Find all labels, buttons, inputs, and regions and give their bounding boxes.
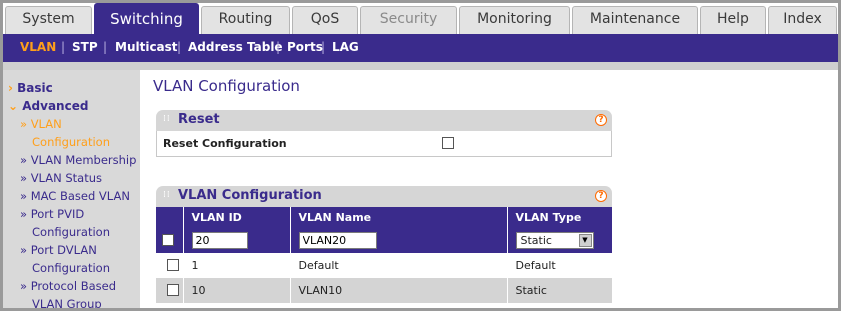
tab-security[interactable]: Security: [360, 6, 457, 34]
subnav-lag[interactable]: LAG: [332, 40, 359, 54]
row-checkbox[interactable]: [167, 259, 179, 271]
row-vlan-type: Static: [507, 278, 612, 303]
row-vlan-id: 1: [183, 253, 291, 278]
column-header-vlan-id: VLAN ID: [183, 207, 291, 228]
reset-configuration-checkbox[interactable]: [442, 137, 454, 149]
row-select-cell: [156, 278, 184, 303]
edit-row-checkbox[interactable]: [162, 234, 174, 246]
subnav-separator: |: [321, 40, 326, 54]
tab-switching[interactable]: Switching: [94, 3, 199, 34]
vlan-panel-title: VLAN Configuration: [178, 188, 322, 203]
subnav-ports[interactable]: Ports: [287, 40, 323, 54]
subnav-multicast[interactable]: Multicast: [115, 40, 178, 54]
table-header-row: VLAN ID VLAN Name VLAN Type: [156, 207, 612, 228]
sub-navigation: VLAN | STP | Multicast | Address Table |…: [3, 34, 838, 62]
chevron-down-icon: ⌄: [8, 99, 19, 113]
nav-basic[interactable]: › Basic: [8, 81, 53, 95]
subnav-vlan[interactable]: VLAN: [20, 40, 56, 54]
nav-port-pvid[interactable]: » Port PVID: [20, 207, 84, 221]
vlan-type-select[interactable]: Static ▼: [515, 232, 594, 249]
nav-advanced[interactable]: ⌄ Advanced: [8, 99, 88, 113]
table-row: 1 Default Default: [156, 253, 612, 278]
tab-system[interactable]: System: [5, 6, 92, 34]
nav-port-pvid-cont[interactable]: Configuration: [32, 225, 110, 239]
main-tab-bar: System Switching Routing QoS Security Mo…: [3, 3, 838, 34]
edit-row-vlan-type-cell: Static ▼: [507, 228, 612, 253]
page-title: VLAN Configuration: [153, 77, 300, 95]
reset-configuration-row: Reset Configuration: [156, 131, 612, 157]
reset-configuration-label: Reset Configuration: [163, 137, 287, 150]
tab-qos[interactable]: QoS: [292, 6, 358, 34]
reset-panel: ⁞⁞ Reset ? Reset Configuration: [156, 110, 612, 157]
vlan-panel-header: ⁞⁞ VLAN Configuration ?: [156, 186, 612, 207]
edit-row-vlan-name-cell: [290, 228, 508, 253]
row-vlan-name: VLAN10: [290, 278, 508, 303]
subnav-separator: |: [177, 40, 182, 54]
chevron-right-icon: ›: [8, 81, 13, 95]
nav-vlan-configuration[interactable]: » VLAN: [20, 117, 62, 131]
subnav-stp[interactable]: STP: [72, 40, 98, 54]
nav-basic-label: Basic: [17, 81, 53, 95]
subnav-separator: |: [103, 40, 108, 54]
vlan-table: VLAN ID VLAN Name VLAN Type Static ▼ 1 De…: [156, 207, 612, 303]
row-vlan-id: 10: [183, 278, 291, 303]
help-icon[interactable]: ?: [595, 190, 607, 202]
tab-help[interactable]: Help: [700, 6, 766, 34]
column-header-vlan-type: VLAN Type: [507, 207, 612, 228]
nav-vlan-membership[interactable]: » VLAN Membership: [20, 153, 136, 167]
vlan-type-selected-value: Static: [520, 234, 552, 247]
column-header-vlan-name: VLAN Name: [290, 207, 508, 228]
nav-port-dvlan-cont[interactable]: Configuration: [32, 261, 110, 275]
nav-protocol-based[interactable]: » Protocol Based: [20, 279, 116, 293]
dropdown-arrow-icon: ▼: [578, 234, 592, 247]
nav-mac-based-vlan[interactable]: » MAC Based VLAN: [20, 189, 130, 203]
vlan-name-input[interactable]: [298, 232, 377, 249]
row-checkbox[interactable]: [167, 284, 179, 296]
grip-dots-icon: ⁞⁞: [163, 114, 171, 124]
vlan-id-input[interactable]: [191, 232, 248, 249]
subnav-address-table[interactable]: Address Table: [188, 40, 283, 54]
select-column-header: [156, 207, 184, 228]
tab-index[interactable]: Index: [768, 6, 837, 34]
table-row: 10 VLAN10 Static: [156, 278, 612, 303]
row-select-cell: [156, 253, 184, 278]
nav-vlan-configuration-cont[interactable]: Configuration: [32, 135, 110, 149]
window-frame: System Switching Routing QoS Security Mo…: [0, 0, 841, 311]
row-vlan-type: Default: [507, 253, 612, 278]
edit-row-select-cell: [156, 228, 184, 253]
subnav-divider-band: [3, 62, 838, 70]
subnav-separator: |: [61, 40, 66, 54]
subnav-separator: |: [276, 40, 281, 54]
vlan-configuration-panel: ⁞⁞ VLAN Configuration ? VLAN ID VLAN Nam…: [156, 186, 612, 303]
main-content: VLAN Configuration ⁞⁞ Reset ? Reset Conf…: [140, 70, 838, 308]
grip-dots-icon: ⁞⁞: [163, 190, 171, 200]
tab-routing[interactable]: Routing: [201, 6, 290, 34]
row-vlan-name: Default: [290, 253, 508, 278]
reset-panel-header: ⁞⁞ Reset ?: [156, 110, 612, 131]
edit-row-vlan-id-cell: [183, 228, 291, 253]
left-navigation: › Basic ⌄ Advanced » VLAN Configuration …: [3, 70, 140, 308]
tab-maintenance[interactable]: Maintenance: [572, 6, 698, 34]
nav-port-dvlan[interactable]: » Port DVLAN: [20, 243, 97, 257]
table-edit-row: Static ▼: [156, 228, 612, 253]
tab-monitoring[interactable]: Monitoring: [459, 6, 570, 34]
nav-vlan-status[interactable]: » VLAN Status: [20, 171, 102, 185]
nav-advanced-label: Advanced: [22, 99, 89, 113]
help-icon[interactable]: ?: [595, 114, 607, 126]
nav-protocol-based-cont[interactable]: VLAN Group: [32, 297, 102, 308]
reset-panel-title: Reset: [178, 112, 220, 127]
